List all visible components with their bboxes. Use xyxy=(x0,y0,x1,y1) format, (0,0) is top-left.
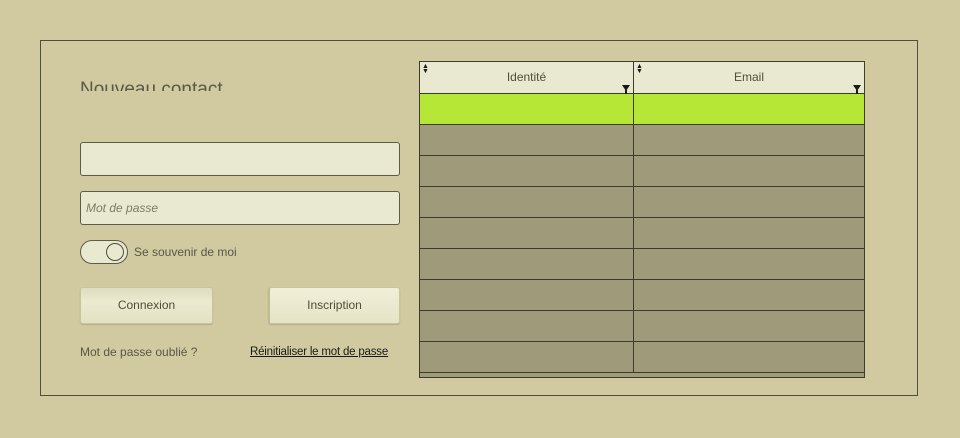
reset-password-link[interactable]: Réinitialiser le mot de passe xyxy=(250,346,388,358)
contacts-grid: ▲ ▼ Identité ▲ ▼ Email xyxy=(419,61,865,378)
table-cell xyxy=(420,218,634,248)
table-cell xyxy=(420,342,634,372)
toggle-knob xyxy=(106,243,124,261)
table-cell xyxy=(634,342,864,372)
signup-button[interactable]: Inscription xyxy=(268,287,400,324)
remember-label: Se souvenir de moi xyxy=(134,245,237,259)
table-row[interactable] xyxy=(420,187,864,218)
table-row[interactable] xyxy=(420,249,864,280)
column-header-email[interactable]: ▲ ▼ Email xyxy=(634,62,864,94)
table-cell xyxy=(420,156,634,186)
column-header-label: Email xyxy=(733,70,764,84)
table-cell xyxy=(634,94,864,124)
table-row[interactable] xyxy=(420,156,864,187)
sort-icon[interactable]: ▲ ▼ xyxy=(422,63,429,75)
form-title: Nouveau contact xyxy=(80,79,223,91)
table-cell xyxy=(420,311,634,341)
table-cell xyxy=(634,218,864,248)
column-header-identity[interactable]: ▲ ▼ Identité xyxy=(420,62,634,94)
sort-icon[interactable]: ▲ ▼ xyxy=(636,63,643,75)
table-cell xyxy=(634,311,864,341)
table-cell xyxy=(634,249,864,279)
table-cell xyxy=(420,187,634,217)
table-cell xyxy=(420,125,634,155)
table-row[interactable] xyxy=(420,125,864,156)
filter-icon[interactable] xyxy=(622,85,630,94)
table-row[interactable] xyxy=(420,311,864,342)
table-row[interactable] xyxy=(420,94,864,125)
filter-icon[interactable] xyxy=(853,85,861,94)
table-cell xyxy=(420,280,634,310)
identity-input[interactable] xyxy=(80,142,400,176)
login-button[interactable]: Connexion xyxy=(80,287,213,324)
column-header-label: Identité xyxy=(506,70,547,84)
table-cell xyxy=(634,280,864,310)
table-cell xyxy=(420,249,634,279)
remember-toggle[interactable] xyxy=(80,240,128,264)
grid-header: ▲ ▼ Identité ▲ ▼ Email xyxy=(420,62,864,94)
table-cell xyxy=(634,187,864,217)
table-cell xyxy=(634,125,864,155)
table-row[interactable] xyxy=(420,218,864,249)
password-input[interactable]: Mot de passe xyxy=(80,191,400,225)
table-row[interactable] xyxy=(420,280,864,311)
table-cell xyxy=(634,156,864,186)
table-cell xyxy=(420,94,634,124)
table-row[interactable] xyxy=(420,342,864,373)
forgot-password-label: Mot de passe oublié ? xyxy=(80,345,198,359)
